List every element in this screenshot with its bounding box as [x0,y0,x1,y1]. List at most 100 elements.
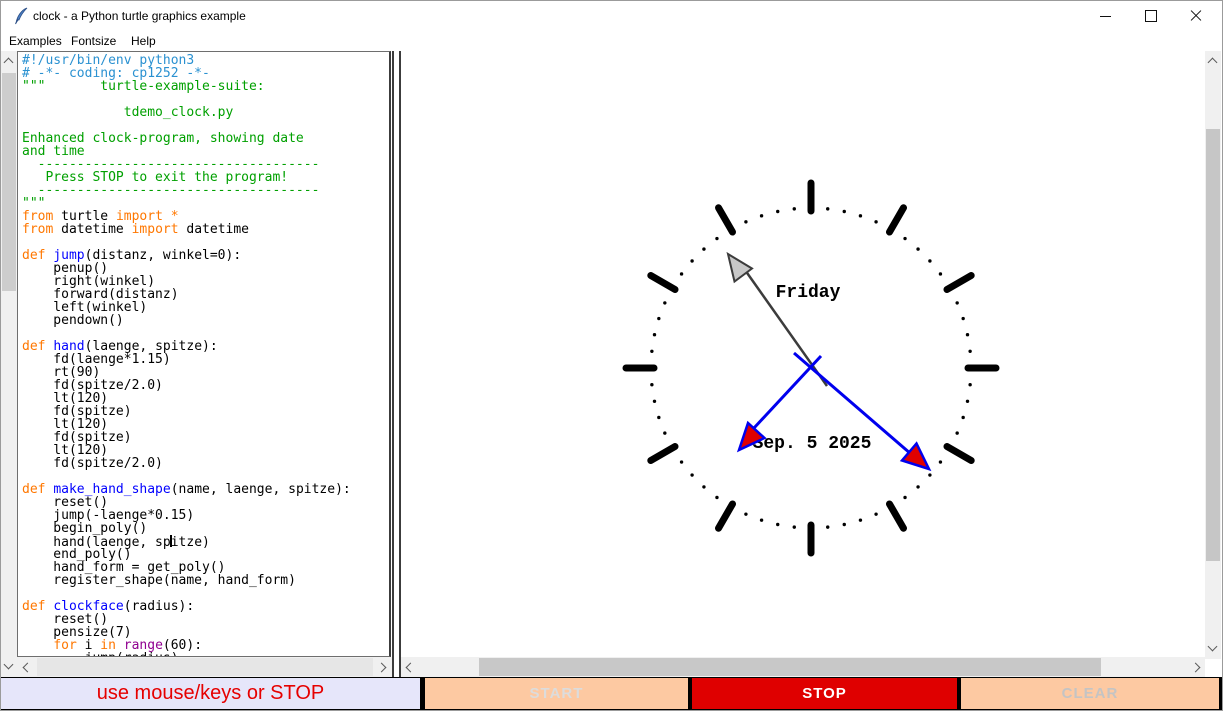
code-line: pendown() [22,313,124,328]
minute-dot [715,495,719,500]
minute-dot [657,415,661,420]
editor-hscroll-thumb[interactable] [37,658,373,676]
minute-dot [650,349,654,353]
minute-dot [792,207,796,211]
minute-dot [961,415,965,420]
start-button[interactable]: START [425,678,688,709]
minute-dot [759,518,764,522]
minute-dot [874,220,878,224]
minute-dot [938,272,943,276]
title-bar: clock - a Python turtle graphics example [1,1,1222,31]
minute-dot [702,485,706,489]
minute-dot [874,512,878,516]
pane-sash[interactable] [392,51,401,678]
canvas-horizontal-scrollbar[interactable] [401,657,1205,678]
minute-dot [792,525,796,529]
minute-hand-arrowhead [899,441,932,472]
scroll-left-icon[interactable] [22,662,33,673]
second-hand-arrowhead [726,251,754,284]
maximize-icon [1145,10,1157,22]
app-window: clock - a Python turtle graphics example… [0,0,1223,711]
minute-dot [968,349,972,353]
minute-dot [652,333,657,337]
canvas-vscroll-thumb[interactable] [1206,129,1220,561]
clock-drawing: Friday Sep. 5 2025 [622,179,1000,557]
minute-dot [744,512,748,516]
hour-tick-mark [943,272,975,293]
canvas-vertical-scrollbar[interactable] [1205,51,1221,659]
minute-dot [776,522,780,527]
menu-examples[interactable]: Examples [9,34,62,48]
hour-tick-mark [943,443,975,464]
code-line: from datetime import datetime [22,222,250,237]
hour-tick-mark [886,204,907,236]
minute-dot [928,259,932,263]
scroll-right-icon[interactable] [1190,662,1201,673]
minute-dot [744,220,748,224]
scroll-left-icon[interactable] [405,662,416,673]
minute-dot [968,383,972,387]
minute-dot [938,460,943,464]
scroll-up-icon[interactable] [1207,57,1218,68]
minute-dot [679,460,684,464]
minute-dot [965,399,970,403]
hour-tick-mark [647,443,679,464]
editor-vscroll-thumb[interactable] [2,73,16,291]
minute-dot [650,383,654,387]
minute-dot [690,473,694,477]
code-line: begin_poly() [22,521,148,536]
minute-dot [715,236,719,241]
minute-dot [663,301,667,305]
window-title: clock - a Python turtle graphics example [33,9,246,23]
status-label: use mouse/keys or STOP [1,678,420,709]
scroll-right-icon[interactable] [376,662,387,673]
minimize-button[interactable] [1083,1,1128,31]
clear-button[interactable]: CLEAR [961,678,1219,709]
minute-dot [842,522,846,527]
menu-bar: Examples Fontsize Help [1,31,1222,51]
close-button[interactable] [1173,1,1218,31]
maximize-button[interactable] [1128,1,1173,31]
minimize-icon [1100,16,1111,17]
minute-dot [903,495,907,500]
minute-dot [776,209,780,214]
minute-dot [759,214,764,218]
stop-button[interactable]: STOP [692,678,957,709]
minute-dot [916,485,920,489]
minute-dot [955,431,959,435]
minute-dot [690,259,694,263]
minute-dot [826,207,830,211]
minute-dot [679,272,684,276]
turtle-canvas[interactable]: Friday Sep. 5 2025 [401,51,1205,659]
code-line: ------------------------------------ [22,183,320,198]
hour-tick-mark [715,204,736,236]
date-label: Sep. 5 2025 [753,434,872,454]
minute-dot [657,316,661,321]
hour-tick-mark [715,500,736,532]
minute-dot [826,525,830,529]
editor-vertical-scrollbar[interactable] [1,51,17,678]
scroll-down-icon[interactable] [1207,641,1218,652]
code-line: """ turtle-example-suite: [22,79,265,94]
scroll-down-icon[interactable] [3,659,14,670]
code-editor[interactable]: #!/usr/bin/env python3 # -*- coding: cp12… [17,51,391,657]
minute-dot [858,214,863,218]
menu-help[interactable]: Help [131,34,156,48]
code-line: register_shape(name, hand_form) [22,573,296,588]
minute-dot [858,518,863,522]
hour-hand [752,354,823,430]
code-text: #!/usr/bin/env python3 # -*- coding: cp12… [18,52,389,656]
menu-fontsize[interactable]: Fontsize [71,34,116,48]
minute-dot [842,209,846,214]
minute-dot [916,247,920,251]
minute-dot [652,399,657,403]
hour-tick-mark [647,272,679,293]
minute-dot [928,473,932,477]
editor-horizontal-scrollbar[interactable] [17,657,392,678]
scroll-up-icon[interactable] [3,57,14,68]
minute-dot [965,333,970,337]
bottom-bar: use mouse/keys or STOP START STOP CLEAR [1,677,1222,710]
minute-dot [663,431,667,435]
minute-dot [955,301,959,305]
canvas-hscroll-thumb[interactable] [479,658,1101,676]
